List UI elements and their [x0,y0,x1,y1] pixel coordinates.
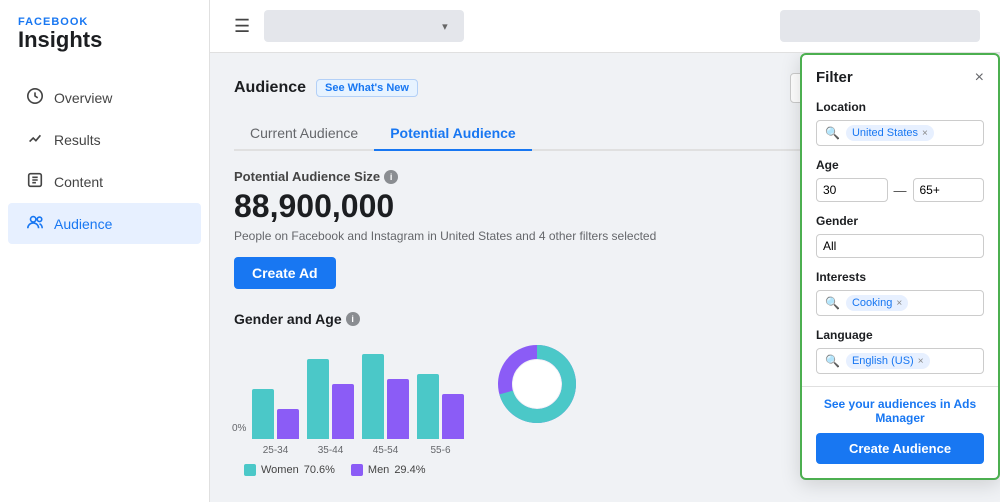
donut-chart [492,339,582,429]
bar-group-25-34: 25-34 [252,389,299,456]
legend-men-label: Men [368,464,389,476]
bar-men-55-6 [442,394,464,439]
legend-men-color [351,464,363,476]
tab-potential-audience[interactable]: Potential Audience [374,117,532,151]
filter-location-section: Location 🔍 United States × [816,100,984,146]
filter-age-to-select[interactable]: 65+ [913,178,985,202]
results-icon [26,129,44,150]
topbar-page-select[interactable] [264,10,464,42]
topbar-right-select[interactable] [780,10,980,42]
bar-group-45-54: 45-54 [362,354,409,456]
topbar: ☰ ▾ [210,0,1000,53]
filter-language-section: Language 🔍 English (US) × [816,328,984,374]
filter-gender-select[interactable]: All [816,234,984,258]
tab-current-audience[interactable]: Current Audience [234,117,374,151]
sidebar-item-content-label: Content [54,174,103,190]
filter-panel-header: Filter × [816,69,984,86]
sidebar-item-results-label: Results [54,132,101,148]
location-tag-value: United States [852,127,918,139]
legend-women-color [244,464,256,476]
bar-group-35-44: 35-44 [307,359,354,456]
bar-men-35-44 [332,384,354,439]
filter-age-label: Age [816,158,984,172]
age-dash: — [894,183,907,198]
sidebar-item-content[interactable]: Content [8,161,201,202]
legend-women-label: Women [261,464,299,476]
bar-women-55-6 [417,374,439,439]
create-ad-button[interactable]: Create Ad [234,257,336,289]
topbar-dropdown-wrapper: ▾ [264,10,448,42]
interests-tag-remove[interactable]: × [896,298,902,309]
overview-icon [26,87,44,108]
bar-label-35-44: 35-44 [318,445,344,456]
filter-panel-footer: See your audiences in Ads Manager Create… [802,386,998,464]
filter-interests-input[interactable]: 🔍 Cooking × [816,290,984,316]
chart-zero-label: 0% [232,423,246,434]
bar-women-35-44 [307,359,329,439]
filter-panel-title: Filter [816,69,853,86]
legend-women: Women 70.6% [244,464,335,476]
content-icon [26,171,44,192]
interests-tag: Cooking × [846,295,908,311]
audience-title-row: Audience See What's New [234,79,418,97]
content-area: Audience See What's New ⧉ Filter ⬇ Expor… [210,53,1000,502]
brand-area: FACEBOOK Insights [0,0,209,56]
audience-icon [26,213,44,234]
filter-gender-section: Gender All [816,214,984,258]
audience-title: Audience [234,79,306,97]
bar-label-45-54: 45-54 [373,445,399,456]
interests-tag-value: Cooking [852,297,892,309]
see-audiences-ads-manager-link[interactable]: See your audiences in Ads Manager [816,397,984,425]
filter-location-input[interactable]: 🔍 United States × [816,120,984,146]
language-tag: English (US) × [846,353,930,369]
location-tag: United States × [846,125,934,141]
filter-gender-label: Gender [816,214,984,228]
interests-search-icon: 🔍 [825,296,840,310]
hamburger-button[interactable]: ☰ [230,12,254,41]
filter-age-row: 30 — 65+ [816,178,984,202]
sidebar-item-overview-label: Overview [54,90,112,106]
legend-men: Men 29.4% [351,464,426,476]
brand-insights: Insights [18,28,191,52]
bar-women-45-54 [362,354,384,439]
legend-women-pct: 70.6% [304,464,335,476]
language-search-icon: 🔍 [825,354,840,368]
filter-interests-section: Interests 🔍 Cooking × [816,270,984,316]
sidebar-item-results[interactable]: Results [8,119,201,160]
see-whats-new-badge[interactable]: See What's New [316,79,418,97]
language-tag-remove[interactable]: × [918,356,924,367]
bar-men-45-54 [387,379,409,439]
filter-panel: Filter × Location 🔍 United States × Age [800,53,1000,480]
info-icon: i [384,170,398,184]
location-tag-remove[interactable]: × [922,128,928,139]
bar-women-25-34 [252,389,274,439]
bar-men-25-34 [277,409,299,439]
legend-men-pct: 29.4% [394,464,425,476]
chart-info-icon: i [346,312,360,326]
filter-close-button[interactable]: × [975,70,984,86]
sidebar-item-overview[interactable]: Overview [8,77,201,118]
sidebar: FACEBOOK Insights Overview Results Conte… [0,0,210,502]
sidebar-nav: Overview Results Content Audience [0,76,209,245]
bar-label-55-6: 55-6 [430,445,450,456]
filter-age-from-select[interactable]: 30 [816,178,888,202]
sidebar-item-audience[interactable]: Audience [8,203,201,244]
filter-location-label: Location [816,100,984,114]
sidebar-item-audience-label: Audience [54,216,112,232]
language-tag-value: English (US) [852,355,914,367]
bar-group-55-6: 55-6 [417,374,464,456]
filter-language-label: Language [816,328,984,342]
create-audience-button[interactable]: Create Audience [816,433,984,464]
donut-chart-wrapper [492,339,582,432]
filter-language-input[interactable]: 🔍 English (US) × [816,348,984,374]
filter-age-section: Age 30 — 65+ [816,158,984,202]
bar-label-25-34: 25-34 [263,445,289,456]
main-area: ☰ ▾ Audience See What's New ⧉ Filter [210,0,1000,502]
location-search-icon: 🔍 [825,126,840,140]
filter-interests-label: Interests [816,270,984,284]
